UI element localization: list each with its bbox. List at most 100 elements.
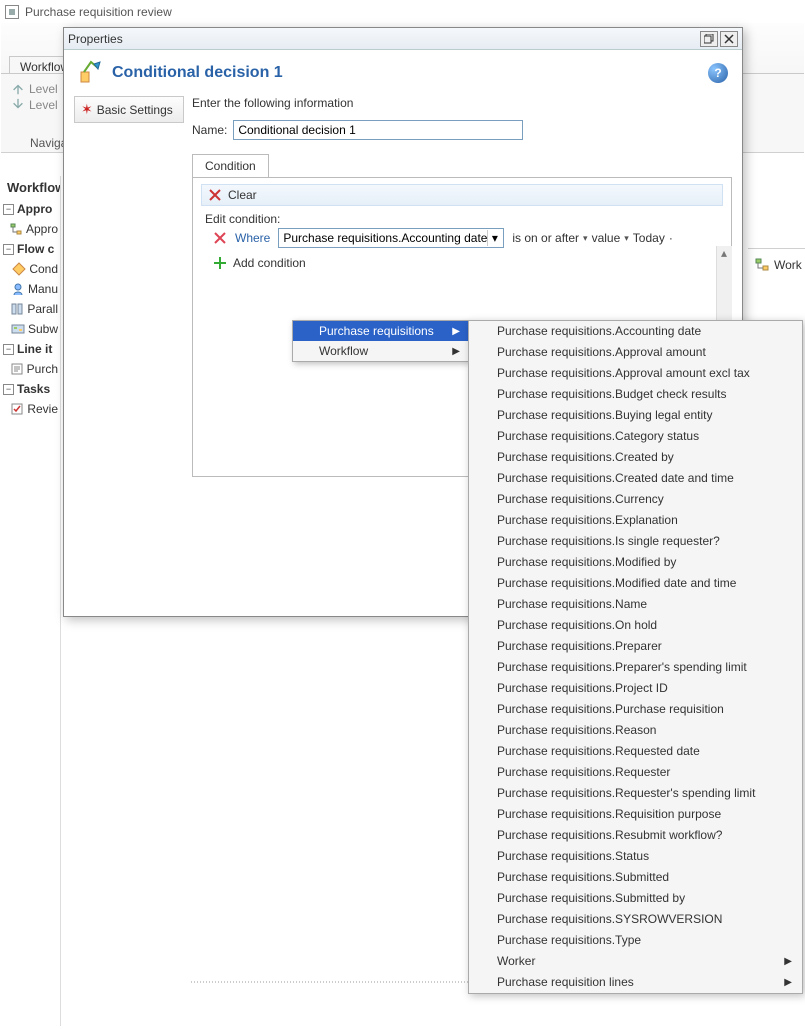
menu-item[interactable]: Purchase requisitions.Resubmit workflow? (469, 825, 802, 846)
menu-item[interactable]: Purchase requisitions.Accounting date (469, 321, 802, 342)
dialog-titlebar[interactable]: Properties (64, 28, 742, 50)
menu-item[interactable]: Purchase requisitions.Preparer (469, 636, 802, 657)
menu-item-label: Purchase requisitions.Modified date and … (497, 575, 736, 592)
left-tree-header: Workflow (1, 176, 60, 199)
tree-item[interactable]: Parall (1, 299, 60, 319)
menu-item-label: Workflow (319, 344, 368, 358)
menu-item-label: Purchase requisitions.Accounting date (497, 323, 701, 340)
app-window: Purchase requisition review Workflow Lev… (0, 0, 805, 1029)
chevron-right-icon: ▶ (452, 346, 460, 357)
menu-item[interactable]: Purchase requisitions.Budget check resul… (469, 384, 802, 405)
menu-item[interactable]: Purchase requisitions.Reason (469, 720, 802, 741)
menu-item[interactable]: Workflow ▶ (293, 341, 468, 361)
menu-item[interactable]: Purchase requisitions.Modified date and … (469, 573, 802, 594)
menu-item[interactable]: Purchase requisitions.Submitted (469, 867, 802, 888)
menu-item-label: Purchase requisitions.Type (497, 932, 641, 949)
instruction-text: Enter the following information (192, 96, 732, 110)
tree-item[interactable]: Purch (1, 359, 60, 379)
restore-button[interactable] (700, 31, 718, 47)
menu-item-label: Purchase requisitions.Submitted (497, 869, 669, 886)
plus-icon (213, 256, 227, 270)
menu-item[interactable]: Purchase requisitions.Project ID (469, 678, 802, 699)
tab-condition[interactable]: Condition (192, 154, 269, 177)
menu-item[interactable]: Purchase requisitions.Explanation (469, 510, 802, 531)
tab-basic-settings[interactable]: ✶ Basic Settings (74, 96, 184, 123)
menu-item[interactable]: Purchase requisitions.Is single requeste… (469, 531, 802, 552)
help-icon: ? (714, 66, 721, 80)
operator-text[interactable]: is on or after▾ value▾ Today· (512, 231, 672, 245)
clear-button[interactable]: Clear (201, 184, 723, 206)
manu-icon (11, 282, 25, 296)
menu-item[interactable]: Worker ▶ (469, 951, 802, 972)
menu-item[interactable]: Purchase requisitions.Type (469, 930, 802, 951)
menu-item[interactable]: Purchase requisitions.Category status (469, 426, 802, 447)
menu-item[interactable]: Purchase requisitions.Preparer's spendin… (469, 657, 802, 678)
menu-item-label: Worker (497, 953, 535, 970)
tree-item-label: Appro (17, 202, 52, 216)
help-button[interactable]: ? (708, 63, 728, 83)
tree-item[interactable]: −Appro (1, 199, 60, 219)
menu-item[interactable]: Purchase requisitions.On hold (469, 615, 802, 636)
right-toolbox-item[interactable]: Work (748, 255, 805, 275)
menu-item[interactable]: Purchase requisitions▶ (293, 321, 468, 341)
menu-item[interactable]: Purchase requisitions.Purchase requisiti… (469, 699, 802, 720)
field-category-menu[interactable]: Purchase requisitions▶ Workflow ▶ (292, 320, 469, 362)
menu-item[interactable]: Purchase requisitions.Submitted by (469, 888, 802, 909)
tree-item[interactable]: −Flow c (1, 239, 60, 259)
right-toolbox-label: Work (774, 258, 802, 272)
where-row: Where Purchase requisitions.Accounting d… (213, 228, 723, 248)
dialog-heading: Conditional decision 1 (112, 64, 283, 82)
field-list-menu[interactable]: Purchase requisitions.Accounting date Pur… (468, 320, 803, 994)
tree-item[interactable]: Manu (1, 279, 60, 299)
tree-toggle-icon[interactable]: − (3, 344, 14, 355)
menu-item-label: Purchase requisitions.Created date and t… (497, 470, 734, 487)
delete-row-icon[interactable] (213, 231, 227, 245)
tree-item-label: Parall (27, 302, 58, 316)
chevron-right-icon: ▶ (784, 953, 792, 970)
menu-item[interactable]: Purchase requisitions.Buying legal entit… (469, 405, 802, 426)
tree-item[interactable]: Appro (1, 219, 60, 239)
subw-icon (11, 322, 25, 336)
tree-toggle-icon[interactable]: − (3, 244, 14, 255)
tree-item[interactable]: Cond (1, 259, 60, 279)
menu-item-label: Purchase requisitions.Reason (497, 722, 656, 739)
close-button[interactable] (720, 31, 738, 47)
rev-icon (10, 402, 24, 416)
tree-item[interactable]: −Line it (1, 339, 60, 359)
menu-item[interactable]: Purchase requisitions.Name (469, 594, 802, 615)
menu-item[interactable]: Purchase requisitions.Requested date (469, 741, 802, 762)
tree-toggle-icon[interactable]: − (3, 384, 14, 395)
name-input[interactable] (233, 120, 523, 140)
tree-item[interactable]: −Tasks (1, 379, 60, 399)
menu-item[interactable]: Purchase requisitions.Approval amount (469, 342, 802, 363)
tree-item-label: Cond (29, 262, 58, 276)
flow-icon (9, 222, 23, 236)
menu-item[interactable]: Purchase requisitions.Approval amount ex… (469, 363, 802, 384)
tree-item-label: Purch (27, 362, 58, 376)
menu-item-label: Purchase requisitions (319, 324, 434, 338)
where-keyword: Where (235, 231, 270, 245)
menu-item[interactable]: Purchase requisitions.SYSROWVERSION (469, 909, 802, 930)
menu-item[interactable]: Purchase requisitions.Modified by (469, 552, 802, 573)
menu-item[interactable]: Purchase requisition lines▶ (469, 972, 802, 993)
add-condition-button[interactable]: Add condition (213, 256, 723, 270)
menu-item-label: Purchase requisitions.Requisition purpos… (497, 806, 721, 823)
menu-item[interactable]: Purchase requisitions.Requester's spendi… (469, 783, 802, 804)
menu-item[interactable]: Purchase requisitions.Requisition purpos… (469, 804, 802, 825)
level-up-icon (11, 82, 25, 96)
menu-item[interactable]: Purchase requisitions.Status (469, 846, 802, 867)
field-dropdown[interactable]: Purchase requisitions.Accounting date ▾ (278, 228, 504, 248)
tree-item-label: Subw (28, 322, 58, 336)
chevron-down-icon: ▾ (487, 230, 501, 246)
menu-item-label: Purchase requisitions.Is single requeste… (497, 533, 720, 550)
menu-item[interactable]: Purchase requisitions.Created date and t… (469, 468, 802, 489)
menu-item[interactable]: Purchase requisitions.Requester (469, 762, 802, 783)
tree-item[interactable]: Revie (1, 399, 60, 419)
level-down-icon (11, 98, 25, 112)
tree-item-label: Flow c (17, 242, 54, 256)
tree-item[interactable]: Subw (1, 319, 60, 339)
menu-item[interactable]: Purchase requisitions.Currency (469, 489, 802, 510)
menu-item[interactable]: Purchase requisitions.Created by (469, 447, 802, 468)
menu-item-label: Purchase requisitions.Currency (497, 491, 664, 508)
tree-toggle-icon[interactable]: − (3, 204, 14, 215)
